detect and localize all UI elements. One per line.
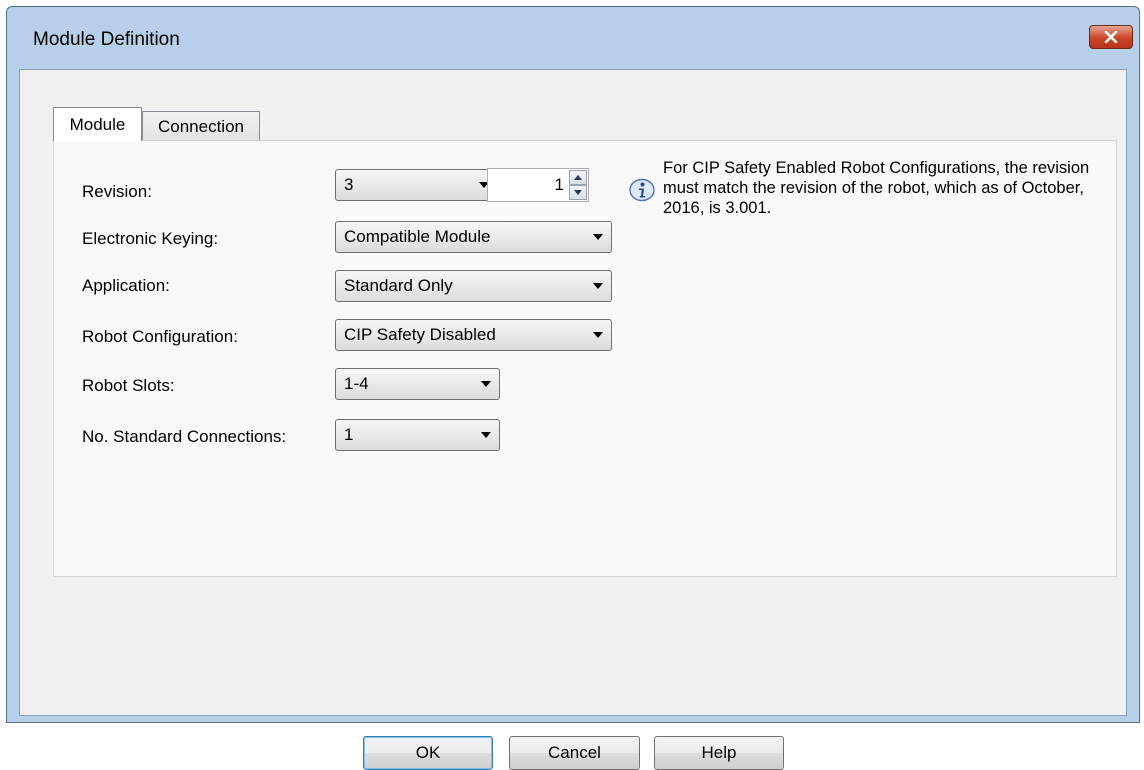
electronic-keying-label: Electronic Keying:	[82, 229, 219, 248]
cancel-button-label: Cancel	[548, 743, 601, 762]
ok-button[interactable]: OK	[363, 736, 493, 770]
revision-major-value: 3	[344, 175, 354, 194]
robot-configuration-value: CIP Safety Disabled	[344, 325, 496, 344]
revision-minor-value: 1	[554, 175, 564, 194]
chevron-down-icon	[585, 233, 611, 241]
window-title: Module Definition	[33, 29, 180, 50]
application-label: Application:	[82, 276, 170, 295]
ok-button-label: OK	[415, 743, 441, 762]
revision-minor-spinner[interactable]: 1	[487, 168, 589, 202]
spin-down-button[interactable]	[569, 185, 587, 200]
tab-connection[interactable]: Connection	[142, 111, 260, 141]
module-definition-window: Module Definition Module Connection Revi…	[6, 6, 1140, 770]
robot-slots-select[interactable]: 1-4	[335, 368, 500, 400]
revision-major-select[interactable]: 3	[335, 169, 498, 201]
application-value: Standard Only	[344, 276, 453, 295]
close-icon	[1104, 31, 1118, 43]
dialog-client-area: Module Connection Revision: 3 1 Electron…	[19, 69, 1127, 770]
electronic-keying-value: Compatible Module	[344, 227, 491, 246]
chevron-down-icon	[473, 380, 499, 388]
standard-connections-select[interactable]: 1	[335, 419, 500, 451]
info-icon	[629, 178, 655, 202]
application-select[interactable]: Standard Only	[335, 270, 612, 302]
revision-label: Revision:	[82, 182, 152, 201]
robot-configuration-label: Robot Configuration:	[82, 327, 238, 346]
cancel-button[interactable]: Cancel	[509, 736, 640, 770]
arrow-up-icon	[574, 175, 582, 180]
info-message: For CIP Safety Enabled Robot Configurati…	[663, 159, 1090, 217]
tab-module-label: Module	[69, 114, 126, 134]
standard-connections-value: 1	[344, 425, 354, 444]
help-button-label: Help	[701, 743, 737, 762]
tab-connection-label: Connection	[157, 116, 244, 136]
robot-slots-label: Robot Slots:	[82, 376, 175, 395]
chevron-down-icon	[473, 431, 499, 439]
robot-slots-value: 1-4	[344, 374, 369, 393]
arrow-down-icon	[574, 190, 582, 195]
close-button[interactable]	[1089, 25, 1133, 49]
chevron-down-icon	[585, 331, 611, 339]
standard-connections-label: No. Standard Connections:	[82, 427, 287, 446]
spin-up-button[interactable]	[569, 170, 587, 185]
chevron-down-icon	[585, 282, 611, 290]
robot-configuration-select[interactable]: CIP Safety Disabled	[335, 319, 612, 351]
electronic-keying-select[interactable]: Compatible Module	[335, 221, 612, 253]
tab-module[interactable]: Module	[53, 107, 142, 141]
title-bar[interactable]: Module Definition	[7, 7, 1139, 69]
help-button[interactable]: Help	[654, 736, 784, 770]
